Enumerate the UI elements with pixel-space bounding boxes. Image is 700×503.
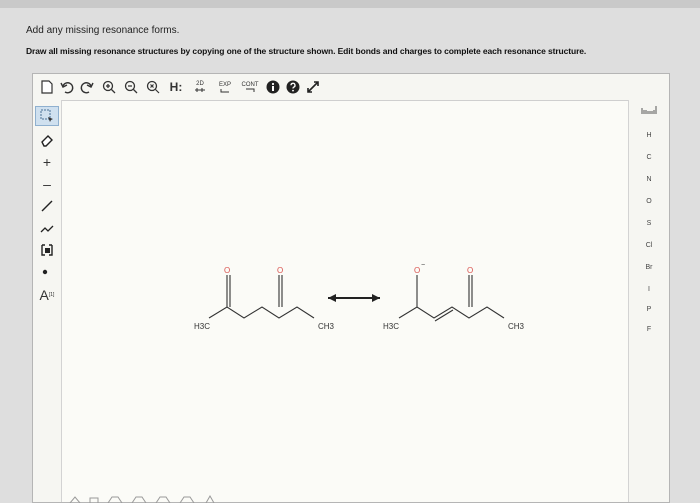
template-ring-icon[interactable] — [35, 240, 59, 260]
zoom-in-icon[interactable] — [101, 77, 117, 97]
right-methyl-h3c[interactable]: H3C — [383, 322, 399, 331]
element-s[interactable]: S — [629, 220, 669, 227]
single-bond-icon[interactable] — [35, 196, 59, 216]
element-h[interactable]: H — [629, 132, 669, 139]
element-p[interactable]: P — [629, 306, 669, 313]
drawing-canvas[interactable]: H3C CH3 O O H3C CH3 O − O — [62, 101, 630, 503]
page-header-bar — [0, 0, 700, 8]
zoom-fit-icon[interactable] — [145, 77, 161, 97]
electron-dot-icon[interactable] — [35, 262, 59, 282]
editor-toolbar: H: 2D EXP CONT — [33, 74, 669, 101]
element-f[interactable]: F — [629, 326, 669, 333]
left-oxygen-1[interactable]: O — [224, 266, 230, 275]
right-oxygen-charge: − — [421, 262, 425, 269]
element-c[interactable]: C — [629, 154, 669, 161]
element-n[interactable]: N — [629, 176, 669, 183]
structure-right[interactable] — [398, 275, 505, 322]
question-prompt: Add any missing resonance forms. — [26, 25, 180, 36]
negative-charge-icon[interactable]: – — [35, 174, 59, 194]
help-icon[interactable] — [285, 77, 301, 97]
left-methyl-ch3[interactable]: CH3 — [318, 322, 335, 331]
element-cl[interactable]: Cl — [629, 242, 669, 249]
right-oxygen-2[interactable]: O — [467, 266, 473, 275]
atom-tool-superscript: [1] — [48, 292, 55, 298]
element-o[interactable]: O — [629, 198, 669, 205]
right-oxygen-1[interactable]: O — [414, 266, 420, 275]
eraser-icon[interactable] — [35, 130, 59, 150]
atom-tool[interactable]: A [1] — [35, 282, 59, 308]
left-tool-palette: + – A [1] — [33, 100, 62, 502]
element-i[interactable]: I — [629, 286, 669, 293]
right-methyl-ch3[interactable]: CH3 — [508, 322, 525, 331]
question-instruction: Draw all missing resonance structures by… — [26, 46, 587, 56]
hydrogen-toggle-button[interactable]: H: — [167, 77, 185, 97]
contract-button[interactable]: CONT — [239, 77, 261, 97]
element-palette: H C N O S Cl Br I P F — [628, 100, 669, 502]
left-oxygen-2[interactable]: O — [277, 266, 283, 275]
redo-icon[interactable] — [79, 77, 95, 97]
info-icon[interactable] — [265, 77, 281, 97]
left-methyl-h3c[interactable]: H3C — [194, 322, 210, 331]
select-tool-icon[interactable] — [35, 106, 59, 126]
undo-icon[interactable] — [59, 77, 75, 97]
partial-ring-templates — [69, 494, 215, 503]
zoom-out-icon[interactable] — [123, 77, 139, 97]
structure-left[interactable] — [208, 275, 315, 319]
expand-button[interactable]: EXP — [215, 77, 235, 97]
chemical-structure-editor: H: 2D EXP CONT + – A [1] H C N O S Cl Br… — [32, 73, 670, 503]
element-br[interactable]: Br — [629, 264, 669, 271]
atom-tool-letter: A — [39, 287, 49, 303]
periodic-table-icon[interactable] — [629, 105, 669, 117]
new-document-icon[interactable] — [39, 77, 55, 97]
resonance-arrow — [328, 294, 380, 302]
positive-charge-icon[interactable]: + — [35, 152, 59, 172]
clean-2d-button[interactable]: 2D — [191, 77, 209, 97]
chain-bond-icon[interactable] — [35, 218, 59, 238]
fullscreen-icon[interactable] — [305, 77, 321, 97]
